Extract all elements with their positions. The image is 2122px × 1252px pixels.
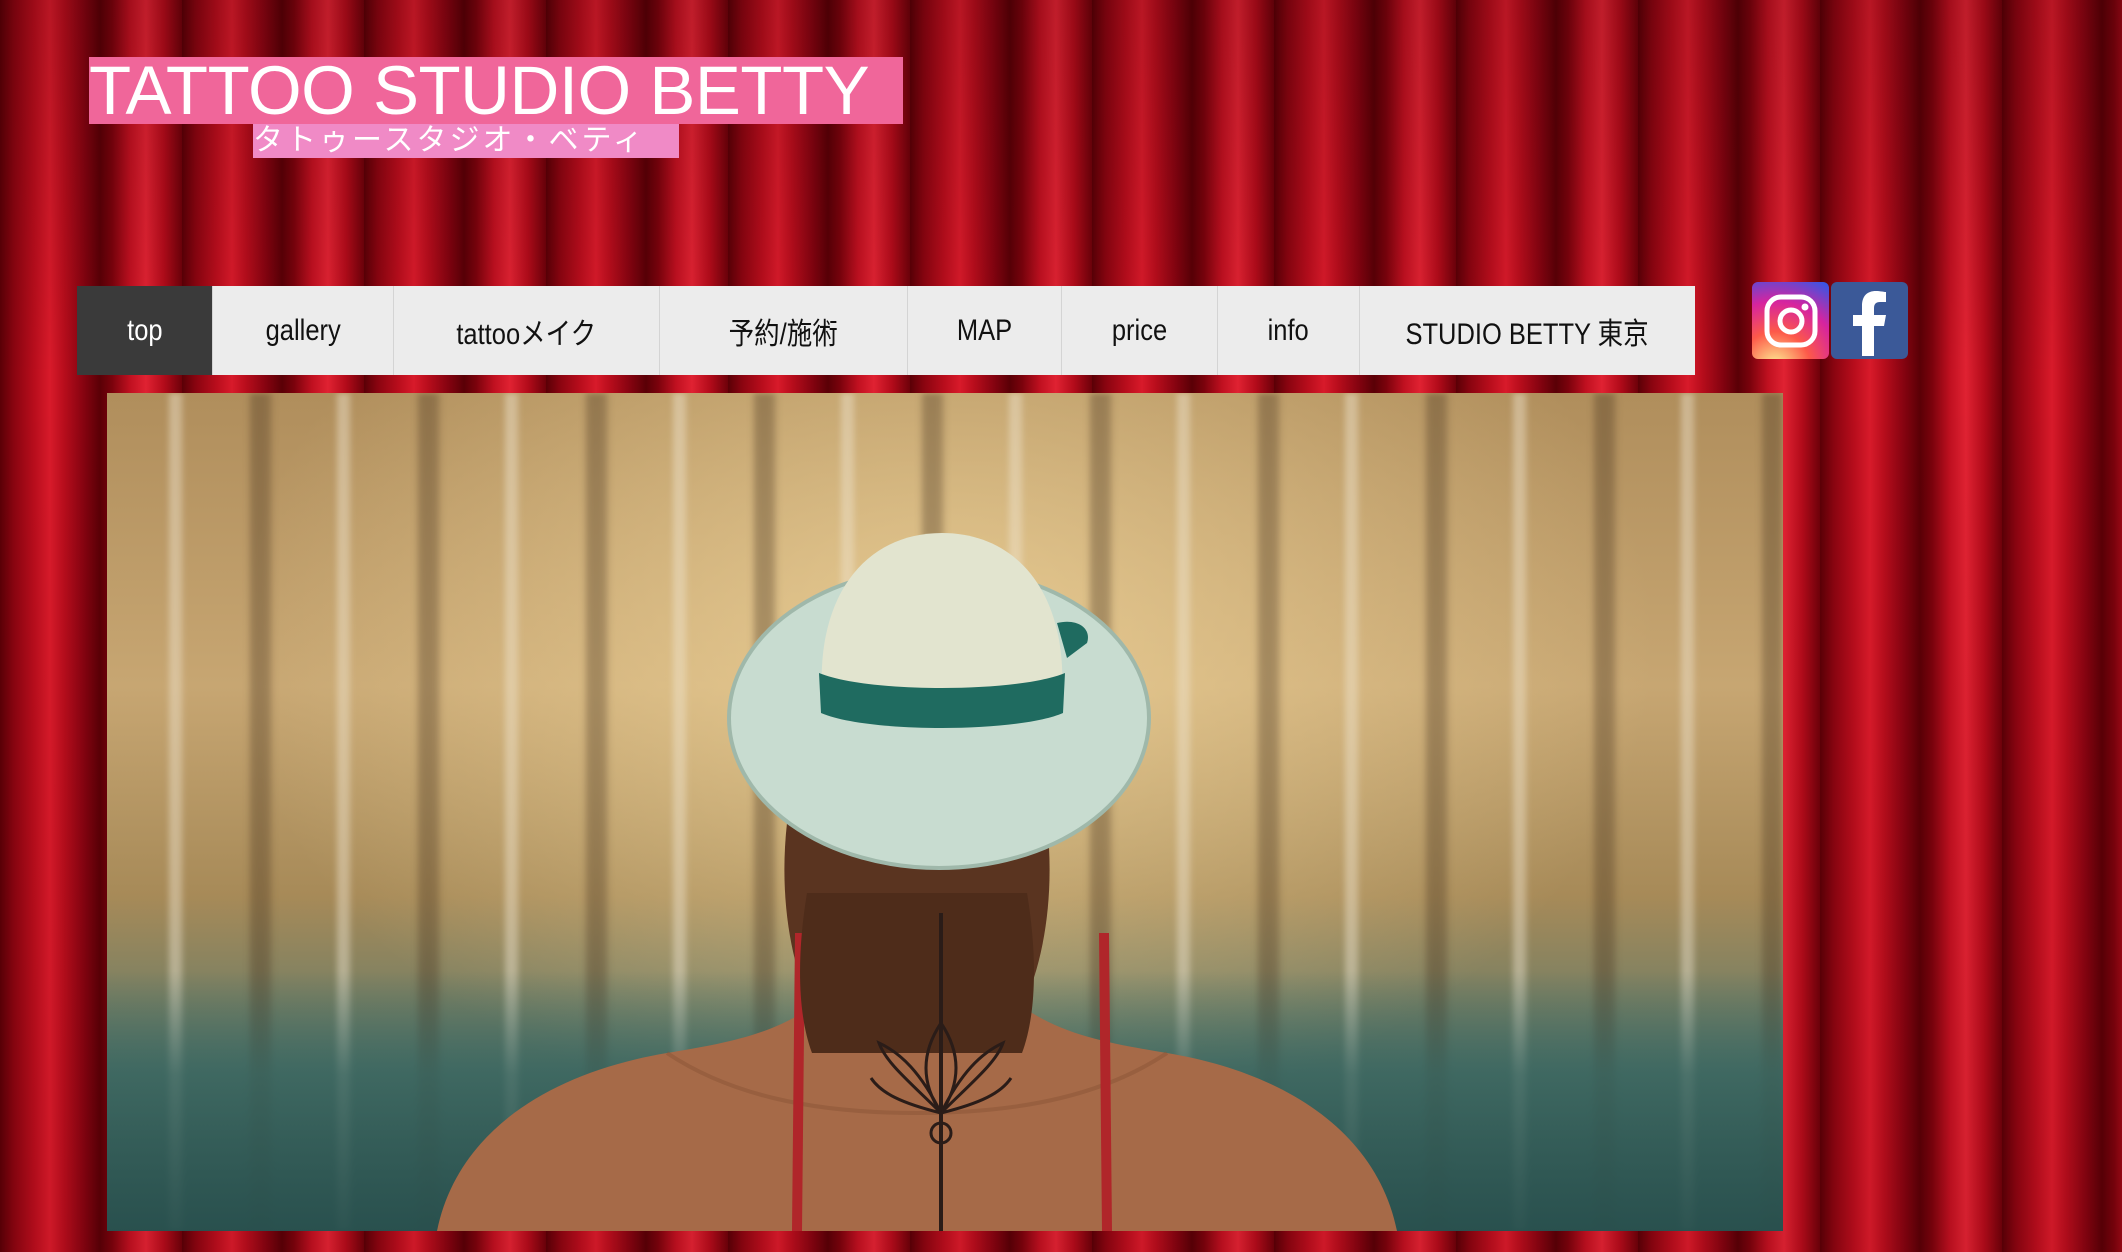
nav-item-reservation[interactable]: 予約/施術 <box>660 286 908 375</box>
facebook-icon[interactable] <box>1831 282 1908 359</box>
nav-item-studio-betty-tokyo[interactable]: STUDIO BETTY 東京 <box>1360 286 1695 375</box>
site-title[interactable]: TATTOO STUDIO BETTY <box>89 57 903 124</box>
nav-item-tattoo-makeup[interactable]: tattooメイク <box>394 286 660 375</box>
nav-item-map[interactable]: MAP <box>908 286 1062 375</box>
nav-item-gallery[interactable]: gallery <box>213 286 394 375</box>
woman-with-hat-illustration <box>437 533 1397 1231</box>
nav-item-top[interactable]: top <box>77 286 213 375</box>
instagram-icon[interactable] <box>1752 282 1829 359</box>
main-nav: top gallery tattooメイク 予約/施術 MAP price in… <box>77 286 1695 375</box>
hero-image <box>107 393 1783 1231</box>
social-bar <box>1752 282 1908 359</box>
site-subtitle: タトゥースタジオ・ベティ <box>253 124 679 158</box>
nav-item-info[interactable]: info <box>1218 286 1360 375</box>
nav-item-price[interactable]: price <box>1062 286 1218 375</box>
